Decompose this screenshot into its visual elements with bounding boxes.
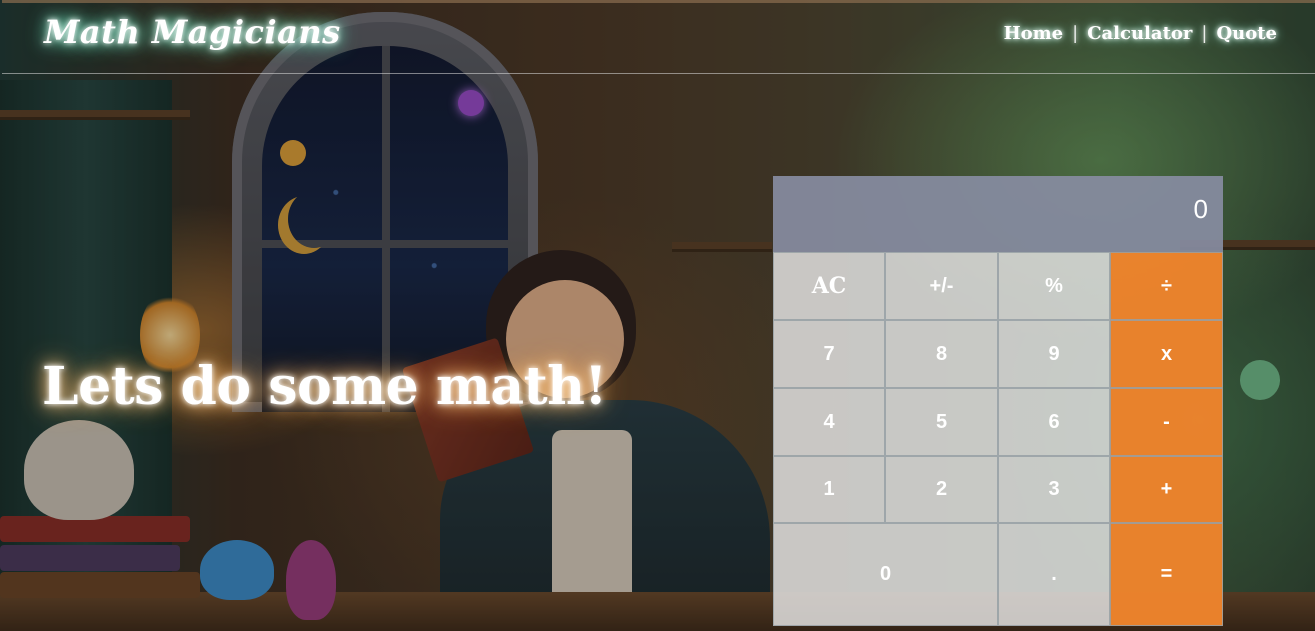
nav-link-quote[interactable]: Quote <box>1216 23 1277 44</box>
key-5[interactable]: 5 <box>885 388 998 456</box>
key-4[interactable]: 4 <box>773 388 885 456</box>
key-percent[interactable]: % <box>998 252 1110 320</box>
key-toggle-sign[interactable]: +/- <box>885 252 998 320</box>
nav-link-calculator[interactable]: Calculator <box>1087 23 1192 44</box>
key-all-clear[interactable]: AC <box>773 252 885 320</box>
key-subtract[interactable]: - <box>1110 388 1223 456</box>
hero-heading: Lets do some math! <box>42 356 607 417</box>
nav-links: Home | Calculator | Quote <box>1004 23 1277 44</box>
key-3[interactable]: 3 <box>998 456 1110 523</box>
key-equals[interactable]: = <box>1110 523 1223 626</box>
calculator-display: 0 <box>773 176 1223 252</box>
key-8[interactable]: 8 <box>885 320 998 388</box>
nav-separator: | <box>1201 23 1208 44</box>
key-multiply[interactable]: x <box>1110 320 1223 388</box>
key-1[interactable]: 1 <box>773 456 885 523</box>
key-9[interactable]: 9 <box>998 320 1110 388</box>
brand-logo[interactable]: Math Magicians <box>44 13 341 51</box>
key-0[interactable]: 0 <box>773 523 998 626</box>
calculator: 0 AC +/- % ÷ 7 8 9 x 4 5 6 - 1 2 3 + 0 .… <box>773 176 1223 626</box>
key-add[interactable]: + <box>1110 456 1223 523</box>
key-decimal[interactable]: . <box>998 523 1110 626</box>
key-2[interactable]: 2 <box>885 456 998 523</box>
nav-link-home[interactable]: Home <box>1004 23 1064 44</box>
navbar: Math Magicians Home | Calculator | Quote <box>2 0 1315 74</box>
nav-separator: | <box>1072 23 1079 44</box>
key-6[interactable]: 6 <box>998 388 1110 456</box>
key-7[interactable]: 7 <box>773 320 885 388</box>
key-divide[interactable]: ÷ <box>1110 252 1223 320</box>
